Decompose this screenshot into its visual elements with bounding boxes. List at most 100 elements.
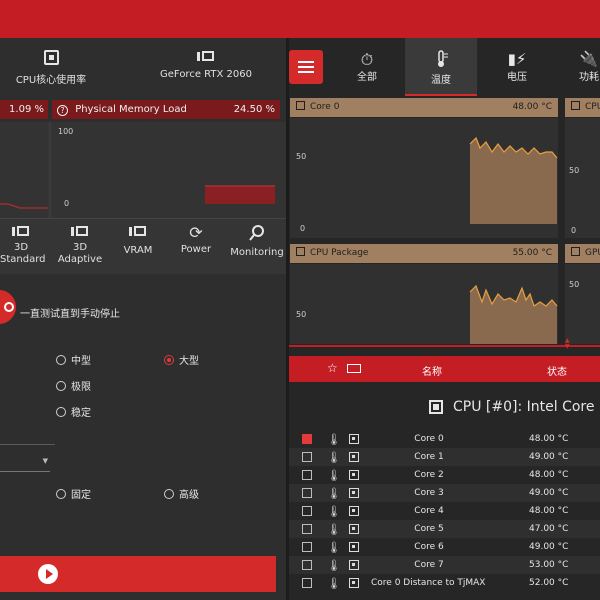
row-checkbox[interactable]	[302, 578, 312, 588]
thermometer-icon: 🌡	[327, 487, 341, 500]
splitter-arrows-icon[interactable]: ▲ ▼	[565, 338, 570, 350]
test-3d-adaptive[interactable]: 3D Adaptive	[56, 225, 104, 266]
column-name-header[interactable]: 名称	[422, 363, 442, 378]
tab-power[interactable]: 🔌 功耗	[559, 38, 600, 96]
size-large-radio[interactable]: 大型	[164, 352, 199, 367]
radio-indicator	[56, 381, 66, 391]
gpu-sensor-graph: 50	[565, 264, 600, 344]
sensor-value: 48.00 °C	[512, 102, 552, 112]
row-name: Core 4	[414, 506, 444, 516]
table-row[interactable]: 🌡 Core 2 48.00 °C	[289, 466, 600, 484]
row-name: Core 1	[414, 452, 444, 462]
thermometer-icon: 🌡	[327, 505, 341, 518]
item-label: 3D	[72, 242, 88, 253]
axis-label: 50	[569, 280, 580, 289]
tab-label: 功耗	[579, 72, 599, 83]
option-label: 极限	[71, 382, 91, 393]
tab-label: 全部	[357, 72, 377, 83]
chip-icon	[349, 506, 359, 516]
advanced-radio[interactable]: 高级	[164, 486, 199, 501]
row-value: 48.00 °C	[529, 434, 569, 444]
test-monitoring[interactable]: Monitoring	[228, 225, 286, 259]
test-type-row: 3D Standard 3D Adaptive VRAM ⟳ Power Mon…	[0, 218, 286, 274]
mode-stable-radio[interactable]: 稳定	[56, 404, 91, 419]
thermometer-icon: 🌡	[327, 577, 341, 590]
option-label: 固定	[71, 490, 91, 501]
dropdown-select[interactable]: ▼	[0, 454, 50, 472]
row-checkbox[interactable]	[302, 524, 312, 534]
option-label: 高级	[179, 490, 199, 501]
row-checkbox[interactable]	[302, 560, 312, 570]
cpu-package-sensor-header: CPU Package 55.00 °C	[290, 244, 558, 263]
table-row[interactable]: 🌡 Core 5 47.00 °C	[289, 520, 600, 538]
row-checkbox[interactable]	[302, 452, 312, 462]
item-label: Monitoring	[230, 247, 284, 258]
row-value: 49.00 °C	[529, 488, 569, 498]
thermometer-icon: 🌡	[327, 523, 341, 536]
table-row[interactable]: 🌡 Core 4 48.00 °C	[289, 502, 600, 520]
tab-voltage[interactable]: ▮⚡ 电压	[483, 38, 551, 96]
memory-load-label: Physical Memory Load	[75, 104, 187, 115]
gpu-icon	[571, 247, 580, 256]
gpu-icon	[12, 225, 30, 238]
table-row[interactable]: 🌡 Core 3 49.00 °C	[289, 484, 600, 502]
memory-load-value: 24.50 %	[233, 104, 275, 115]
core0-sensor-graph: 50 0	[290, 118, 558, 238]
row-name: Core 2	[414, 470, 444, 480]
row-checkbox[interactable]	[302, 488, 312, 498]
table-row[interactable]: 🌡 Core 0 Distance to TjMAX 52.00 °C	[289, 574, 600, 592]
chip-icon	[349, 434, 359, 444]
start-test-button[interactable]	[0, 290, 16, 324]
column-status-header[interactable]: 状态	[547, 363, 567, 378]
cpu-usage-value: 1.09 %	[0, 100, 48, 119]
test-vram[interactable]: VRAM	[118, 225, 158, 257]
memory-load-header: ? Physical Memory Load 24.50 %	[52, 100, 280, 119]
splitter-bar[interactable]	[289, 345, 600, 347]
size-extreme-radio[interactable]: 极限	[56, 378, 91, 393]
row-value: 48.00 °C	[529, 506, 569, 516]
table-row[interactable]: 🌡 Core 0 48.00 °C	[289, 430, 600, 448]
menu-button[interactable]	[289, 50, 323, 84]
package-graph-svg	[469, 284, 558, 344]
chip-icon	[349, 470, 359, 480]
core0-graph-svg	[469, 136, 558, 224]
test-power[interactable]: ⟳ Power	[176, 225, 216, 256]
tab-geforce-rtx-2060[interactable]: GeForce RTX 2060	[150, 50, 262, 80]
row-checkbox[interactable]	[302, 542, 312, 552]
gpu-icon	[197, 50, 215, 63]
hamburger-icon	[298, 61, 314, 63]
size-medium-radio[interactable]: 中型	[56, 352, 91, 367]
thermometer-icon: 🌡	[327, 559, 341, 572]
table-row[interactable]: 🌡 Core 1 49.00 °C	[289, 448, 600, 466]
fixed-radio[interactable]: 固定	[56, 486, 91, 501]
tab-label: 电压	[507, 72, 527, 83]
cpu-package-sensor-graph: 50	[290, 264, 558, 344]
tab-temperature[interactable]: 温度	[405, 38, 477, 96]
row-value: 49.00 °C	[529, 452, 569, 462]
tab-all[interactable]: ⏱ 全部	[333, 38, 401, 96]
cpu-sensor-header: CPU	[565, 98, 600, 117]
axis-label: 50	[296, 152, 307, 161]
tab-cpu-core-usage[interactable]: CPU核心使用率	[12, 50, 90, 86]
thermometer-icon: 🌡	[327, 433, 341, 446]
axis-label: 50	[296, 310, 307, 319]
star-icon[interactable]: ☆	[327, 361, 338, 375]
cpu-group-title: CPU [#0]: Intel Core i7	[453, 399, 600, 415]
row-checkbox[interactable]	[302, 470, 312, 480]
laptop-icon[interactable]	[347, 364, 361, 373]
gpu-icon	[71, 225, 89, 238]
chip-icon	[349, 488, 359, 498]
run-button[interactable]	[0, 556, 276, 592]
row-value: 52.00 °C	[529, 578, 569, 588]
chip-icon	[349, 524, 359, 534]
row-checkbox[interactable]	[302, 434, 312, 444]
table-row[interactable]: 🌡 Core 7 53.00 °C	[289, 556, 600, 574]
test-3d-standard[interactable]: 3D Standard	[0, 225, 46, 266]
row-name: Core 0 Distance to TjMAX	[371, 578, 486, 588]
sensor-label: Core 0	[310, 102, 340, 112]
run-until-stop-label: 一直测试直到手动停止	[20, 309, 120, 320]
table-row[interactable]: 🌡 Core 6 49.00 °C	[289, 538, 600, 556]
tab-label: CPU核心使用率	[15, 75, 87, 86]
chip-icon	[296, 247, 305, 256]
row-checkbox[interactable]	[302, 506, 312, 516]
